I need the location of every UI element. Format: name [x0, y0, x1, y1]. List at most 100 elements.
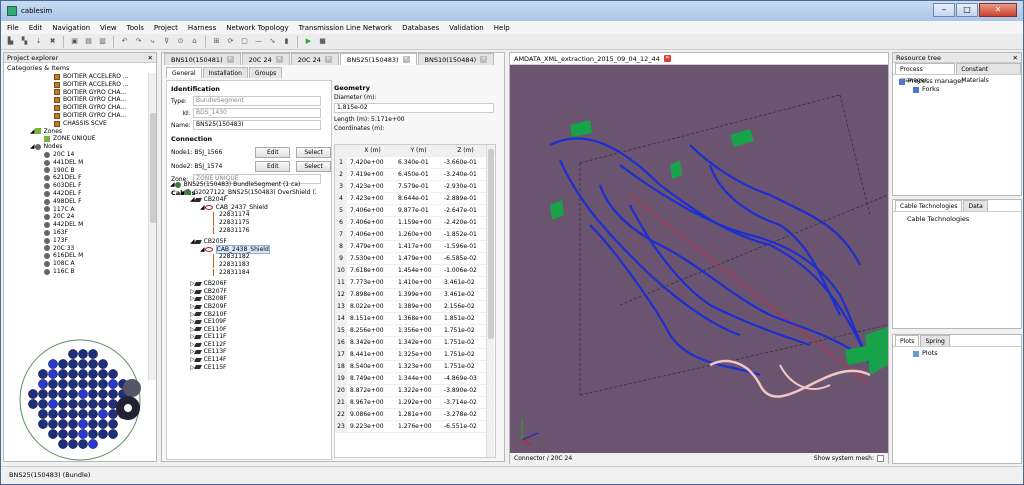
- tree-item[interactable]: BOITIER GYRO CHA...: [4, 104, 150, 112]
- tree-item[interactable]: BOITIER GYRO CHA...: [4, 112, 150, 120]
- step-icon[interactable]: ▮: [281, 36, 292, 47]
- new-icon[interactable]: ▙: [5, 36, 16, 47]
- column-header[interactable]: Z (m): [439, 145, 487, 156]
- cell-y[interactable]: 1.389e+00: [395, 301, 439, 312]
- process-manager-tree[interactable]: Process manager Forks: [893, 74, 1021, 97]
- cell-x[interactable]: 7.530e+00: [347, 253, 395, 264]
- cable-tree-item[interactable]: ◢ BNS25(150483) BundleSegment (1 ca): [166, 181, 316, 189]
- tree-item-node[interactable]: 20C 24: [4, 213, 150, 221]
- node1-select-button[interactable]: Select: [296, 146, 331, 158]
- cell-z[interactable]: 3.461e-02: [439, 289, 487, 300]
- cell-z[interactable]: -3.660e-01: [439, 157, 487, 168]
- cell-x[interactable]: 7.423e+00: [347, 193, 395, 204]
- close-tab-icon[interactable]: ✕: [226, 56, 234, 63]
- tab-2[interactable]: 20C 24 ✕: [241, 53, 290, 65]
- arrow-icon[interactable]: ➘: [267, 36, 278, 47]
- cable-tree-item[interactable]: ▷ CE113F: [166, 348, 316, 356]
- cell-z[interactable]: -6.585e-02: [439, 253, 487, 264]
- table-row[interactable]: 4 7.423e+00 8.644e-01 -2.889e-01: [335, 193, 495, 205]
- table-row[interactable]: 22 9.086e+00 1.281e+00 -3.278e-02: [335, 409, 495, 421]
- cable-tree-item[interactable]: 22831174: [166, 211, 316, 219]
- table-row[interactable]: 3 7.423e+00 7.579e-01 -2.930e-01: [335, 181, 495, 193]
- menu-validation[interactable]: Validation: [449, 24, 484, 32]
- cell-x[interactable]: 7.419e+00: [347, 169, 395, 180]
- panel-close-icon[interactable]: ✕: [148, 53, 153, 62]
- cell-y[interactable]: 1.342e+00: [395, 337, 439, 348]
- expand-icon[interactable]: ◢: [200, 246, 205, 254]
- tab-3[interactable]: 20C 24 ✕: [290, 53, 339, 65]
- cell-y[interactable]: 1.356e+00: [395, 325, 439, 336]
- cable-tree-item[interactable]: ▷ CE115F: [166, 364, 316, 372]
- home-icon[interactable]: ⌂: [189, 36, 200, 47]
- cell-y[interactable]: 1.323e+00: [395, 361, 439, 372]
- cell-z[interactable]: -3.240e-01: [439, 169, 487, 180]
- table-row[interactable]: 14 8.151e+00 1.368e+00 1.851e-02: [335, 313, 495, 325]
- cable-tree-item[interactable]: ◢ G2027122_BNS25(150483) OverShield (3..…: [166, 189, 316, 197]
- subtab-groups[interactable]: Groups: [248, 67, 283, 78]
- menu-network-topology[interactable]: Network Topology: [226, 24, 288, 32]
- panel-close-icon[interactable]: ✕: [1013, 53, 1018, 62]
- undo-icon[interactable]: ↶: [119, 36, 130, 47]
- subtab-general[interactable]: General: [166, 67, 202, 78]
- tree-item-node[interactable]: 20C 14: [4, 151, 150, 159]
- tree-item-node[interactable]: 442DEL M: [4, 221, 150, 229]
- cable-tree-item[interactable]: ◢ CAB_2437_Shield: [166, 204, 316, 212]
- cell-x[interactable]: 8.540e+00: [347, 361, 395, 372]
- close-button[interactable]: ✕: [979, 3, 1017, 17]
- tree-item-node[interactable]: 190C B: [4, 167, 150, 175]
- maximize-button[interactable]: □: [956, 3, 978, 17]
- cell-y[interactable]: 1.260e+00: [395, 229, 439, 240]
- cell-y[interactable]: 1.344e+00: [395, 373, 439, 384]
- cable-tree-item[interactable]: ▷ CB207F: [166, 288, 316, 296]
- 3d-canvas[interactable]: [510, 65, 888, 453]
- cell-z[interactable]: 1.851e-02: [439, 313, 487, 324]
- table-row[interactable]: 7 7.406e+00 1.260e+00 -1.852e-01: [335, 229, 495, 241]
- cell-y[interactable]: 1.292e+00: [395, 397, 439, 408]
- tree-item-node[interactable]: 621DEL F: [4, 174, 150, 182]
- cable-tree-item[interactable]: ▷ CB206F: [166, 280, 316, 288]
- cable-tree-item[interactable]: 22831175: [166, 219, 316, 227]
- cable-tree-item[interactable]: 22831184: [166, 269, 316, 277]
- cell-x[interactable]: 8.342e+00: [347, 337, 395, 348]
- table-row[interactable]: 17 8.441e+00 1.325e+00 1.751e-02: [335, 349, 495, 361]
- tree-item-node[interactable]: 116C B: [4, 268, 150, 276]
- zoom-icon[interactable]: ⊙: [175, 36, 186, 47]
- cell-y[interactable]: 1.479e+00: [395, 253, 439, 264]
- cell-x[interactable]: 7.479e+00: [347, 241, 395, 252]
- cell-x[interactable]: 8.749e+00: [347, 373, 395, 384]
- tree-item-nodes[interactable]: ◢ Nodes: [4, 143, 150, 151]
- table-row[interactable]: 15 8.256e+00 1.356e+00 1.751e-02: [335, 325, 495, 337]
- table-row[interactable]: 5 7.406e+00 9.877e-01 -2.647e-01: [335, 205, 495, 217]
- tree-item-node[interactable]: 20C 33: [4, 245, 150, 253]
- table-row[interactable]: 6 7.406e+00 1.159e+00 -2.420e-01: [335, 217, 495, 229]
- tree-item-node[interactable]: 173F: [4, 237, 150, 245]
- tab-1[interactable]: BNS10(150481) ✕: [164, 53, 241, 65]
- node1-edit-button[interactable]: Edit: [255, 146, 291, 158]
- node2-edit-button[interactable]: Edit: [255, 160, 291, 172]
- cell-y[interactable]: 1.454e+00: [395, 265, 439, 276]
- tree-item-node[interactable]: 616DEL M: [4, 252, 150, 260]
- tree-item-node[interactable]: 603DEL F: [4, 182, 150, 190]
- cell-z[interactable]: 1.751e-02: [439, 325, 487, 336]
- cell-y[interactable]: 1.276e+00: [395, 421, 439, 432]
- menu-databases[interactable]: Databases: [402, 24, 439, 32]
- tab-cable-technologies[interactable]: Cable Technologies: [895, 200, 963, 211]
- delete-icon[interactable]: ✖: [47, 36, 58, 47]
- cell-x[interactable]: 7.773e+00: [347, 277, 395, 288]
- cell-z[interactable]: 3.461e-02: [439, 277, 487, 288]
- cable-tree-item[interactable]: ◢ CAB_2438_Shield: [166, 244, 316, 255]
- cell-x[interactable]: 9.223e+00: [347, 421, 395, 432]
- cell-z[interactable]: -6.551e-02: [439, 421, 487, 432]
- cell-y[interactable]: 1.410e+00: [395, 277, 439, 288]
- cell-z[interactable]: -3.714e-02: [439, 397, 487, 408]
- cell-z[interactable]: 2.156e-02: [439, 301, 487, 312]
- menu-transmission-line-network[interactable]: Transmission Line Network: [299, 24, 393, 32]
- open-icon[interactable]: ▚: [19, 36, 30, 47]
- cell-x[interactable]: 8.256e+00: [347, 325, 395, 336]
- table-row[interactable]: 12 7.898e+00 1.399e+00 3.461e-02: [335, 289, 495, 301]
- tree-item[interactable]: BOITIER ACCELERO ...: [4, 81, 150, 89]
- cell-x[interactable]: 8.967e+00: [347, 397, 395, 408]
- cell-z[interactable]: -3.278e-02: [439, 409, 487, 420]
- cell-y[interactable]: 1.399e+00: [395, 289, 439, 300]
- close-tab-icon[interactable]: ✕: [402, 56, 410, 63]
